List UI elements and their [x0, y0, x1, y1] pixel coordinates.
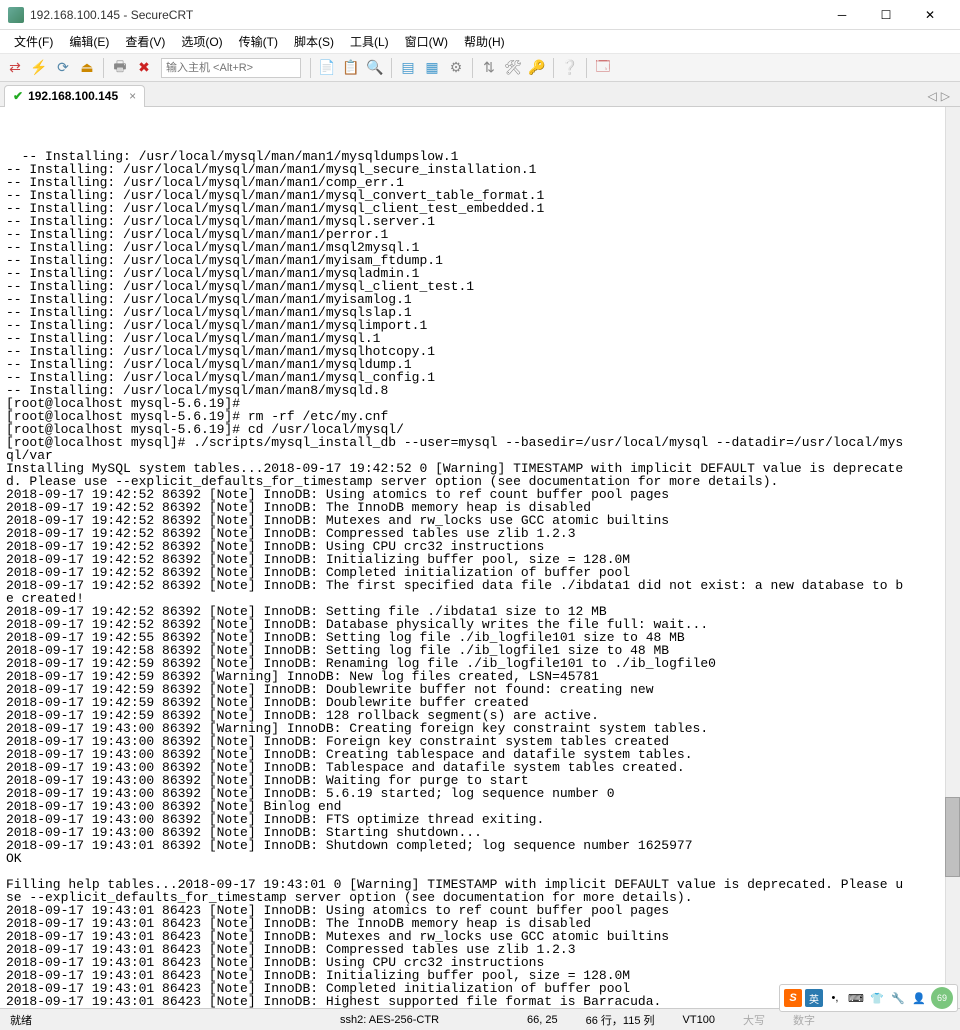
tab-nav: ◁ ▷	[928, 89, 956, 103]
options-icon[interactable]: ⚙	[445, 57, 467, 79]
minimize-button[interactable]: ─	[820, 1, 864, 29]
menu-tools[interactable]: 工具(L)	[342, 31, 397, 52]
menubar: 文件(F) 编辑(E) 查看(V) 选项(O) 传输(T) 脚本(S) 工具(L…	[0, 30, 960, 54]
status-num: 数字	[789, 1012, 819, 1028]
connected-icon: ✔	[13, 89, 23, 103]
help-icon[interactable]: ❔	[559, 57, 581, 79]
print-icon[interactable]: 🖶	[109, 57, 131, 79]
copy-icon[interactable]: 📄	[316, 57, 338, 79]
tab-close-icon[interactable]: ×	[129, 89, 136, 103]
separator	[472, 58, 473, 78]
window-controls: ─ ☐ ✕	[820, 1, 952, 29]
close-button[interactable]: ✕	[908, 1, 952, 29]
scrollbar-thumb[interactable]	[945, 797, 960, 877]
host-input[interactable]	[161, 58, 301, 78]
sftp-icon[interactable]: 🗔	[592, 57, 614, 79]
maximize-button[interactable]: ☐	[864, 1, 908, 29]
ime-punct-icon[interactable]: •,	[826, 989, 844, 1007]
tab-bar: ✔ 192.168.100.145 × ◁ ▷	[0, 82, 960, 107]
tab-next-icon[interactable]: ▷	[941, 89, 950, 103]
ime-badge[interactable]: 69	[931, 987, 953, 1009]
menu-window[interactable]: 窗口(W)	[397, 31, 456, 52]
connect-icon[interactable]: ⇄	[4, 57, 26, 79]
status-emulation: VT100	[679, 1014, 719, 1026]
titlebar: 192.168.100.145 - SecureCRT ─ ☐ ✕	[0, 0, 960, 30]
separator	[586, 58, 587, 78]
key-icon[interactable]: 🔑	[526, 57, 548, 79]
sessions-icon[interactable]: ▦	[421, 57, 443, 79]
status-connection: ssh2: AES-256-CTR	[336, 1014, 443, 1026]
separator	[103, 58, 104, 78]
tab-label: 192.168.100.145	[28, 89, 118, 103]
disconnect-icon[interactable]: ⏏	[76, 57, 98, 79]
find-icon[interactable]: 🔍	[364, 57, 386, 79]
paste-icon[interactable]: 📋	[340, 57, 362, 79]
status-ready: 就绪	[6, 1012, 36, 1028]
ime-tool-icon[interactable]: 🔧	[889, 989, 907, 1007]
menu-options[interactable]: 选项(O)	[173, 31, 230, 52]
status-cursor-pos: 66, 25	[523, 1014, 562, 1026]
menu-transfer[interactable]: 传输(T)	[231, 31, 286, 52]
terminal-text: -- Installing: /usr/local/mysql/man/man1…	[6, 149, 903, 1008]
reconnect-icon[interactable]: ⟳	[52, 57, 74, 79]
menu-help[interactable]: 帮助(H)	[456, 31, 513, 52]
menu-file[interactable]: 文件(F)	[6, 31, 61, 52]
tab-prev-icon[interactable]: ◁	[928, 89, 937, 103]
menu-view[interactable]: 查看(V)	[117, 31, 173, 52]
terminal-output[interactable]: -- Installing: /usr/local/mysql/man/man1…	[0, 107, 960, 1008]
ime-toolbar[interactable]: S 英 •, ⌨ 👕 🔧 👤 69	[779, 984, 958, 1012]
window-title: 192.168.100.145 - SecureCRT	[30, 8, 820, 22]
ime-skin-icon[interactable]: 👕	[868, 989, 886, 1007]
transfer-icon[interactable]: ⇅	[478, 57, 500, 79]
sogou-icon[interactable]: S	[784, 989, 802, 1007]
ime-lang[interactable]: 英	[805, 989, 823, 1007]
status-size: 66 行，115 列	[582, 1012, 659, 1028]
settings-icon[interactable]: 🛠	[502, 57, 524, 79]
toolbar: ⇄ ⚡ ⟳ ⏏ 🖶 ✖ 📄 📋 🔍 ▤ ▦ ⚙ ⇅ 🛠 🔑 ❔ 🗔	[0, 54, 960, 82]
status-caps: 大写	[739, 1012, 769, 1028]
ime-keyboard-icon[interactable]: ⌨	[847, 989, 865, 1007]
session-tab[interactable]: ✔ 192.168.100.145 ×	[4, 85, 145, 107]
separator	[310, 58, 311, 78]
app-icon	[8, 7, 24, 23]
quick-connect-icon[interactable]: ⚡	[28, 57, 50, 79]
separator	[391, 58, 392, 78]
cancel-icon[interactable]: ✖	[133, 57, 155, 79]
separator	[553, 58, 554, 78]
menu-edit[interactable]: 编辑(E)	[61, 31, 117, 52]
menu-script[interactable]: 脚本(S)	[286, 31, 342, 52]
session-icon[interactable]: ▤	[397, 57, 419, 79]
ime-user-icon[interactable]: 👤	[910, 989, 928, 1007]
